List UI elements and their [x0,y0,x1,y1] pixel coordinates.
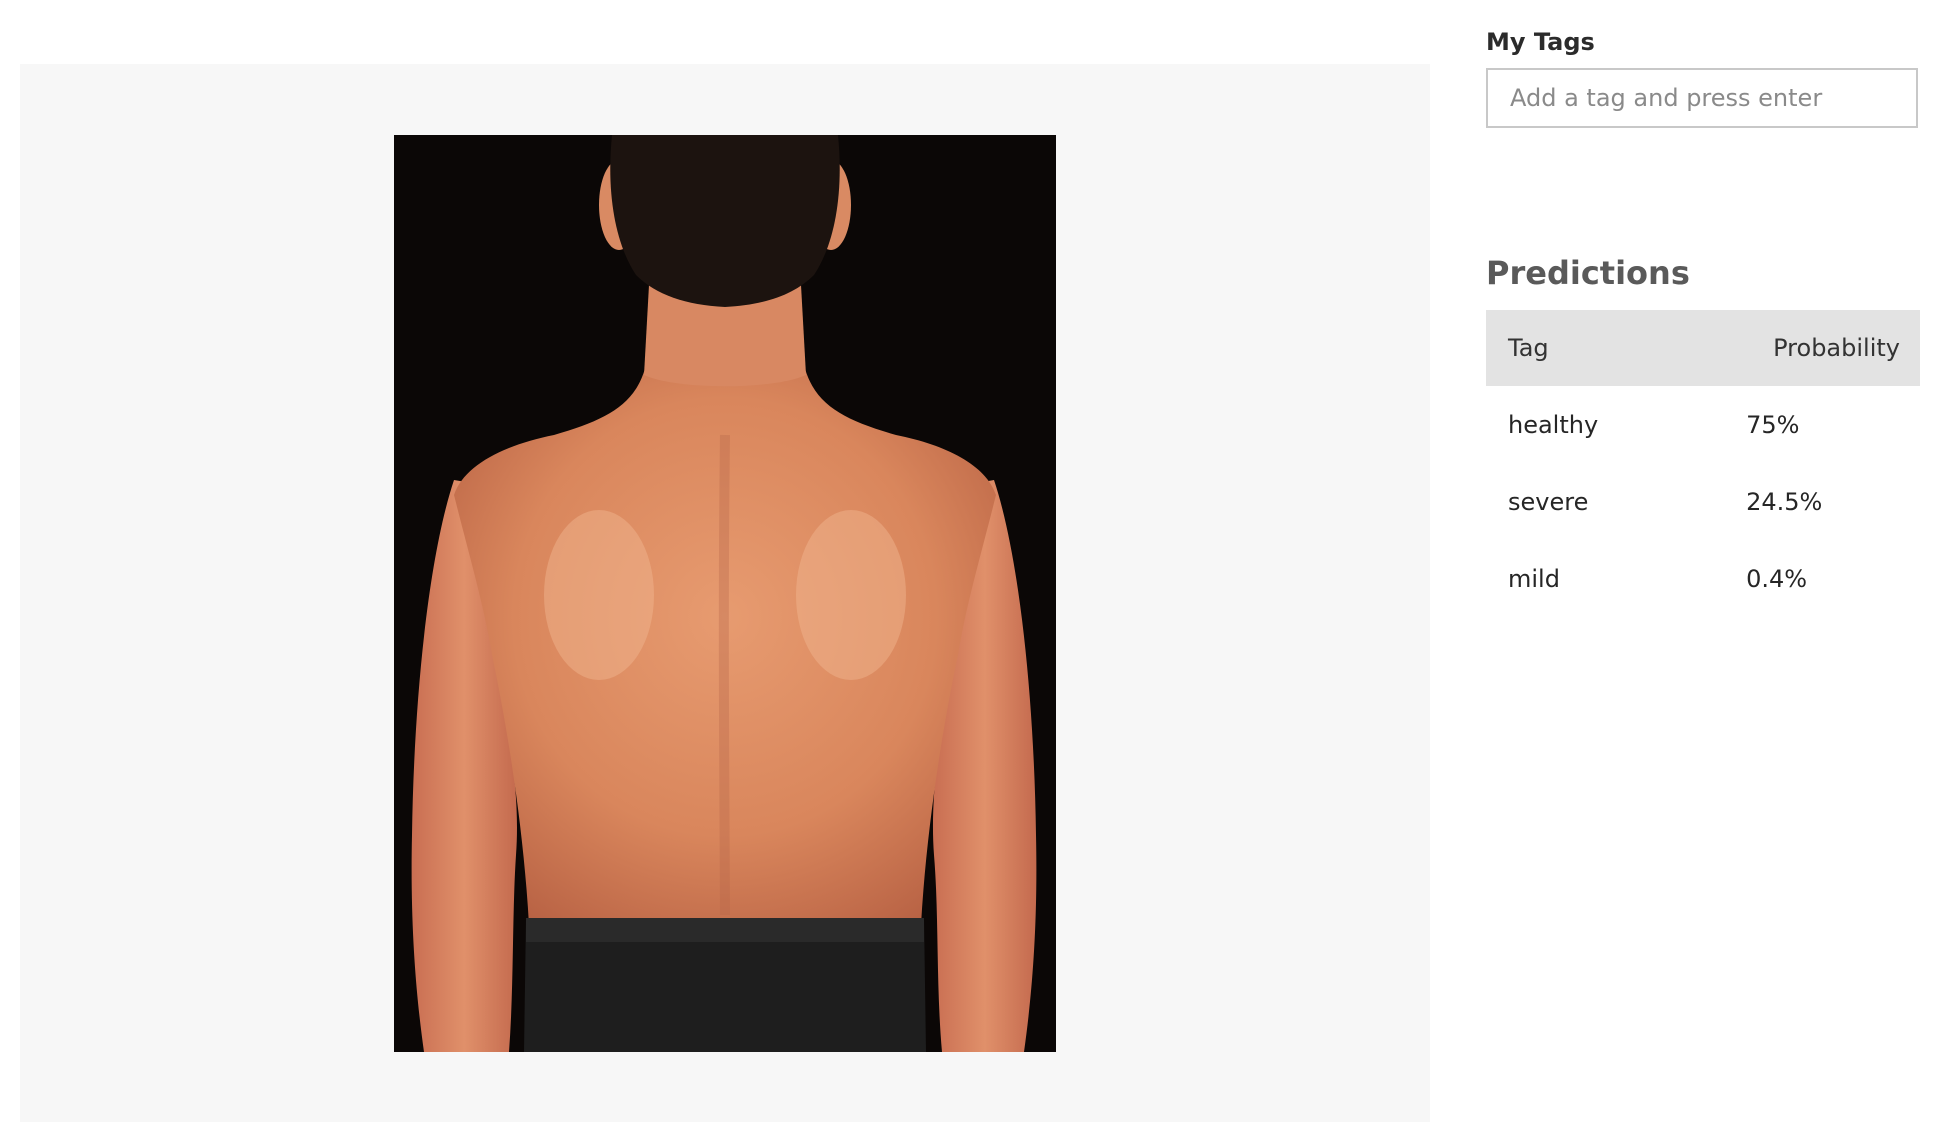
prediction-probability: 0.4% [1746,564,1808,593]
predictions-table-body: healthy 75% severe 24.5% mild 0.4% [1486,386,1920,617]
prediction-probability: 24.5% [1746,487,1823,516]
table-row: mild 0.4% [1486,540,1920,617]
back-photo-illustration [394,135,1056,1052]
tag-input[interactable] [1486,68,1918,128]
prediction-tag: severe [1508,487,1589,516]
predictions-table-header: Tag Probability [1486,310,1920,386]
prediction-probability: 75% [1746,410,1800,439]
page: My Tags Predictions Tag Probability heal… [0,0,1940,1140]
predictions-table: Tag Probability healthy 75% severe 24.5%… [1486,310,1920,617]
table-row: severe 24.5% [1486,463,1920,540]
header-row: Tag Probability [1486,310,1920,386]
prediction-tag: healthy [1508,410,1599,439]
prediction-tag: mild [1508,564,1560,593]
tag-column-header: Tag [1508,334,1549,362]
probability-column-header: Probability [1773,334,1900,362]
image-preview-panel [20,64,1430,1122]
predictions-title: Predictions [1486,254,1690,292]
table-row: healthy 75% [1486,386,1920,463]
preview-image [394,135,1056,1052]
my-tags-label: My Tags [1486,28,1595,56]
